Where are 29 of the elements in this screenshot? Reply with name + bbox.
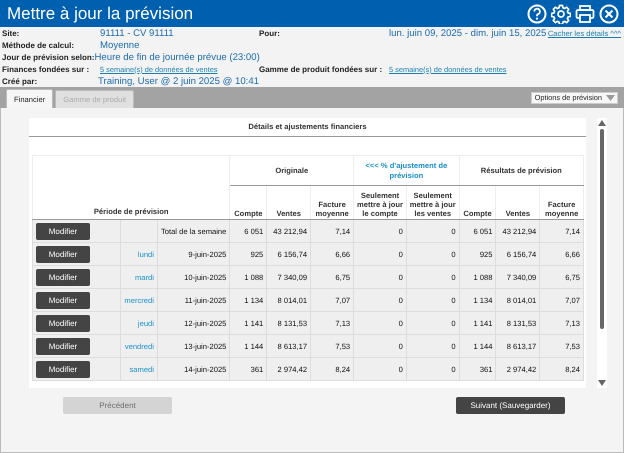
date-range: lun. juin 09, 2025 - dim. juin 15, 2025	[389, 28, 546, 40]
modify-button[interactable]: Modifier	[36, 222, 90, 240]
modify-button[interactable]: Modifier	[36, 268, 90, 286]
field-label: Site:	[2, 29, 20, 38]
scrollbar[interactable]	[597, 118, 607, 388]
field-label: Finances fondées sur :	[2, 64, 90, 74]
print-icon[interactable]	[575, 4, 595, 24]
modify-button[interactable]: Modifier	[36, 314, 90, 332]
window-title: Mettre à jour la prévision	[7, 4, 194, 24]
field-label: Créé par:	[2, 76, 38, 86]
field-value: 91111 - CV 91111	[100, 28, 174, 40]
next-button[interactable]: Suivant (Sauvegarder)	[456, 397, 565, 414]
modify-button[interactable]: Modifier	[36, 246, 90, 262]
field-label: Méthode de calcul:	[2, 41, 76, 50]
field-value: Moyenne	[100, 40, 140, 52]
field-label: Jour de prévision selon:	[2, 52, 94, 62]
close-icon[interactable]	[599, 4, 619, 24]
modify-button[interactable]: Modifier	[36, 338, 90, 354]
field-value: Training, User @ 2 juin 2025 @ 10:41	[98, 76, 259, 87]
modify-button[interactable]: Modifier	[36, 292, 90, 308]
field-value: Heure de fin de journée prévue (23:00)	[94, 52, 260, 63]
scroll-down-icon[interactable]	[598, 380, 606, 386]
settings-icon[interactable]	[551, 4, 571, 24]
help-icon[interactable]	[527, 4, 547, 24]
field-label: Pour:	[259, 29, 281, 38]
scroll-up-icon[interactable]	[598, 120, 606, 126]
modify-button[interactable]: Modifier	[36, 360, 90, 378]
field-label: Gamme de produit fondées sur :	[259, 64, 384, 74]
caret-icon	[606, 94, 615, 100]
